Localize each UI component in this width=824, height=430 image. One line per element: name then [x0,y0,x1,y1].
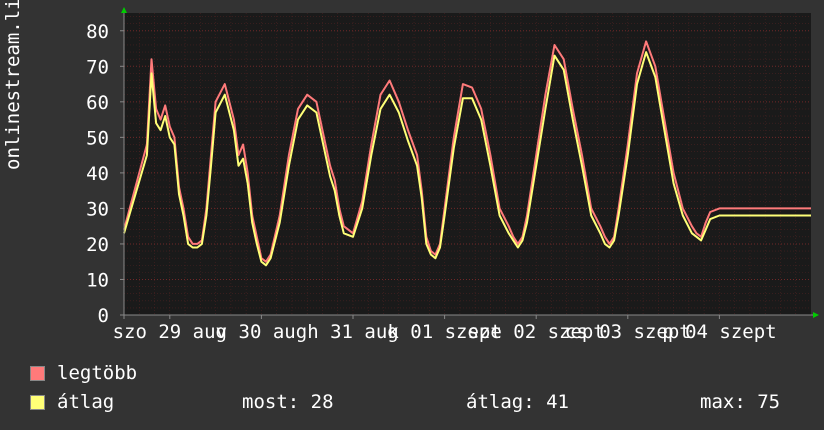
y-tick-label: 30 [86,198,109,220]
x-tick-label: h 31 aug [307,321,399,343]
x-axis-ticks: szo 29 augv 30 aug h 31 augk 01 szeptsze … [113,315,777,343]
legend-swatch-max [30,366,45,381]
legend-item-max: legtöbb [30,362,137,384]
y-tick-label: 20 [86,234,109,256]
stat-average: átlag: 41 [466,391,569,413]
y-axis-arrow-icon [121,7,127,13]
y-tick-label: 50 [86,127,109,149]
legend-item-avg: átlag [30,391,114,413]
stat-max: max: 75 [700,391,781,413]
y-tick-label: 10 [86,269,109,291]
y-axis-label: onlinestream.live [2,0,24,170]
legend-label-avg: átlag [57,391,115,413]
stat-current: most: 28 [242,391,334,413]
y-tick-label: 80 [86,21,109,43]
x-tick-label: v 30 aug [216,321,308,343]
legend-label-max: legtöbb [57,362,138,384]
plot-area [124,13,811,315]
y-tick-label: 70 [86,56,109,78]
legend-swatch-avg [30,395,45,410]
y-tick-label: 60 [86,92,109,114]
x-axis-arrow-icon [813,312,819,318]
y-axis-ticks: 0 10 20 30 40 50 60 70 80 [86,21,124,327]
x-tick-label: p 04 szept [662,321,776,343]
x-tick-label: szo 29 aug [113,321,227,343]
y-tick-label: 0 [98,305,109,327]
y-tick-label: 40 [86,163,109,185]
